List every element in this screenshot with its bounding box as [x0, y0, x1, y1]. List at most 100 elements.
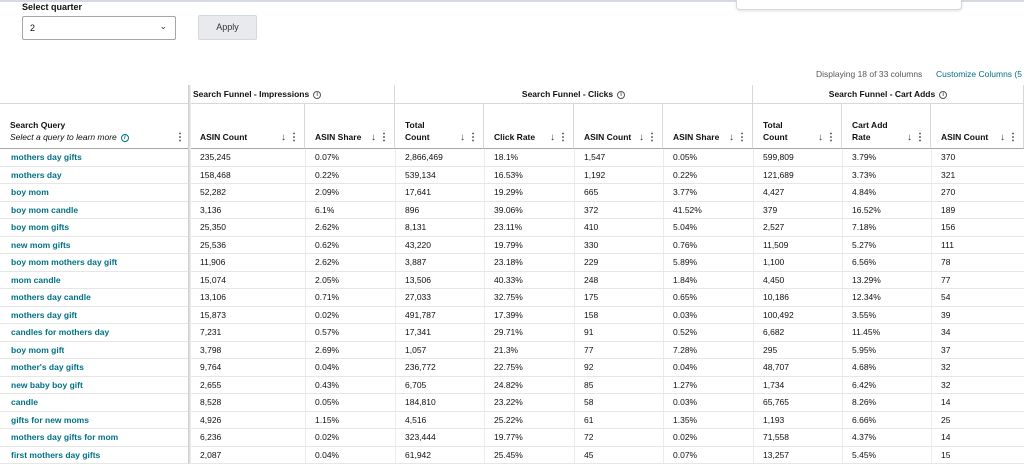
table-cell: 2,527 — [763, 222, 785, 232]
table-cell: 665 — [584, 187, 599, 197]
column-menu-icon[interactable]: ⋮ — [1008, 132, 1018, 143]
table-row: gifts for new moms 4,926 1.15% 4,516 25.22% 6… — [0, 412, 1024, 430]
column-menu-icon[interactable]: ⋮ — [915, 132, 925, 143]
column-menu-icon[interactable]: ⋮ — [558, 132, 568, 143]
customize-columns-link[interactable]: Customize Columns (5 — [936, 69, 1022, 79]
search-query-link[interactable]: new mom gifts — [11, 237, 71, 255]
table-cell: 2,655 — [200, 379, 222, 390]
table-cell: 18.1% — [494, 152, 519, 162]
table-cell: 4.84% — [852, 187, 877, 197]
sort-arrow-icon[interactable]: ↓ — [729, 132, 734, 143]
apply-button[interactable]: Apply — [198, 15, 257, 40]
table-cell: 15 — [941, 449, 951, 460]
search-query-link[interactable]: mothers day — [11, 167, 62, 185]
table-cell: 41.52% — [673, 204, 702, 215]
search-query-link[interactable]: boy mom gift — [11, 342, 64, 360]
table-row: mothers day gifts 235,245 0.07% 2,866,469 18… — [0, 149, 1024, 167]
info-icon[interactable]: i — [120, 133, 129, 142]
sort-arrow-icon[interactable]: ↓ — [281, 132, 286, 143]
table-cell: 3.79% — [852, 152, 877, 162]
group-header-2: Search Funnel - Clicks i — [395, 85, 753, 104]
search-query-link[interactable]: mothers day gifts — [11, 149, 82, 167]
search-query-link[interactable]: mothers day candle — [11, 289, 91, 307]
table-cell: 6.56% — [852, 257, 877, 267]
table-cell: 410 — [584, 222, 599, 232]
column-menu-icon[interactable]: ⋮ — [175, 132, 185, 143]
quarter-select[interactable]: 2 ⌄ — [22, 16, 176, 40]
table-cell: 6,236 — [200, 432, 222, 442]
column-header-text: Total Count — [405, 119, 430, 143]
search-query-link[interactable]: gifts for new moms — [11, 412, 89, 430]
column-menu-icon[interactable]: ⋮ — [737, 132, 747, 143]
table-cell: 896 — [405, 204, 420, 215]
column-menu-icon[interactable]: ⋮ — [647, 132, 657, 143]
search-query-link[interactable]: boy mom mothers day gift — [11, 254, 117, 272]
table-cell: 61 — [584, 414, 594, 425]
search-query-link[interactable]: candle — [11, 394, 38, 412]
sort-arrow-icon[interactable]: ↓ — [639, 132, 644, 143]
table-cell: 6.42% — [852, 379, 877, 390]
search-query-link[interactable]: mom candle — [11, 272, 61, 290]
column-header-label: ASIN Count — [584, 132, 632, 142]
search-query-table: Search Funnel - Impressions i Search Funne… — [0, 85, 1024, 464]
search-query-link[interactable]: boy mom candle — [11, 202, 78, 220]
quarter-value: 2 — [30, 23, 36, 33]
info-icon[interactable]: i — [313, 90, 322, 99]
search-query-link[interactable]: first mothers day gifts — [11, 447, 100, 464]
chevron-down-icon: ⌄ — [159, 21, 167, 31]
column-header-search-query: Search Query Select a query to learn more… — [0, 104, 190, 149]
table-cell: 43,220 — [405, 239, 431, 250]
table-cell: 599,809 — [763, 152, 794, 162]
search-query-link[interactable]: mother's day gifts — [11, 359, 84, 377]
sort-arrow-icon[interactable]: ↓ — [1000, 132, 1005, 143]
table-cell: 25.45% — [494, 449, 523, 460]
table-cell: 92 — [584, 362, 594, 372]
table-cell: 175 — [584, 292, 599, 302]
table-cell: 0.71% — [315, 292, 340, 302]
table-cell: 22.75% — [494, 362, 523, 372]
column-menu-icon[interactable]: ⋮ — [289, 132, 299, 143]
table-cell: 2.09% — [315, 187, 340, 197]
table-row: candle 8,528 0.05% 184,810 23.22% 58 0.03% 65,7… — [0, 394, 1024, 412]
table-cell: 15,074 — [200, 274, 226, 285]
table-cell: 24.82% — [494, 379, 523, 390]
sort-arrow-icon[interactable]: ↓ — [460, 132, 465, 143]
search-query-link[interactable]: boy mom gifts — [11, 219, 69, 237]
column-header-label: Click Rate — [494, 132, 536, 142]
table-cell: 5.95% — [852, 344, 877, 355]
table-cell: 0.02% — [673, 432, 698, 442]
search-query-subtitle: Select a query to learn more i — [10, 131, 129, 143]
search-query-link[interactable]: mothers day gifts for mom — [11, 429, 118, 447]
info-icon[interactable]: i — [617, 90, 626, 99]
info-icon[interactable]: i — [939, 90, 948, 99]
search-query-link[interactable]: new baby boy gift — [11, 377, 83, 395]
search-query-link[interactable]: candles for mothers day — [11, 324, 109, 342]
table-cell: 111 — [941, 239, 954, 250]
table-cell: 11.45% — [852, 327, 881, 337]
table-row: mothers day candle 13,106 0.71% 27,033 32.75… — [0, 289, 1024, 307]
sort-arrow-icon[interactable]: ↓ — [818, 132, 823, 143]
table-cell: 189 — [941, 204, 956, 215]
search-query-link[interactable]: boy mom — [11, 184, 49, 202]
sort-arrow-icon[interactable]: ↓ — [371, 132, 376, 143]
column-header-9: ASIN Count ↓ ⋮ — [931, 104, 1024, 149]
column-menu-icon[interactable]: ⋮ — [468, 132, 478, 143]
column-menu-icon[interactable]: ⋮ — [826, 132, 836, 143]
table-cell: 0.76% — [673, 239, 698, 250]
search-query-link[interactable]: mothers day gift — [11, 307, 77, 325]
column-header-text: ASIN Share — [315, 131, 361, 143]
table-cell: 25,536 — [200, 239, 226, 250]
table-cell: 3.77% — [673, 187, 698, 197]
table-cell: 158,468 — [200, 169, 231, 180]
table-cell: 330 — [584, 239, 599, 250]
table-cell: 77 — [941, 274, 951, 285]
sort-arrow-icon[interactable]: ↓ — [550, 132, 555, 143]
table-cell: 4,450 — [763, 274, 785, 285]
table-cell: 11,906 — [200, 257, 226, 267]
table-cell: 65,765 — [763, 397, 789, 407]
table-cell: 32 — [941, 379, 951, 390]
table-cell: 2.05% — [315, 274, 340, 285]
column-menu-icon[interactable]: ⋮ — [379, 132, 389, 143]
table-cell: 0.05% — [315, 397, 340, 407]
sort-arrow-icon[interactable]: ↓ — [907, 132, 912, 143]
